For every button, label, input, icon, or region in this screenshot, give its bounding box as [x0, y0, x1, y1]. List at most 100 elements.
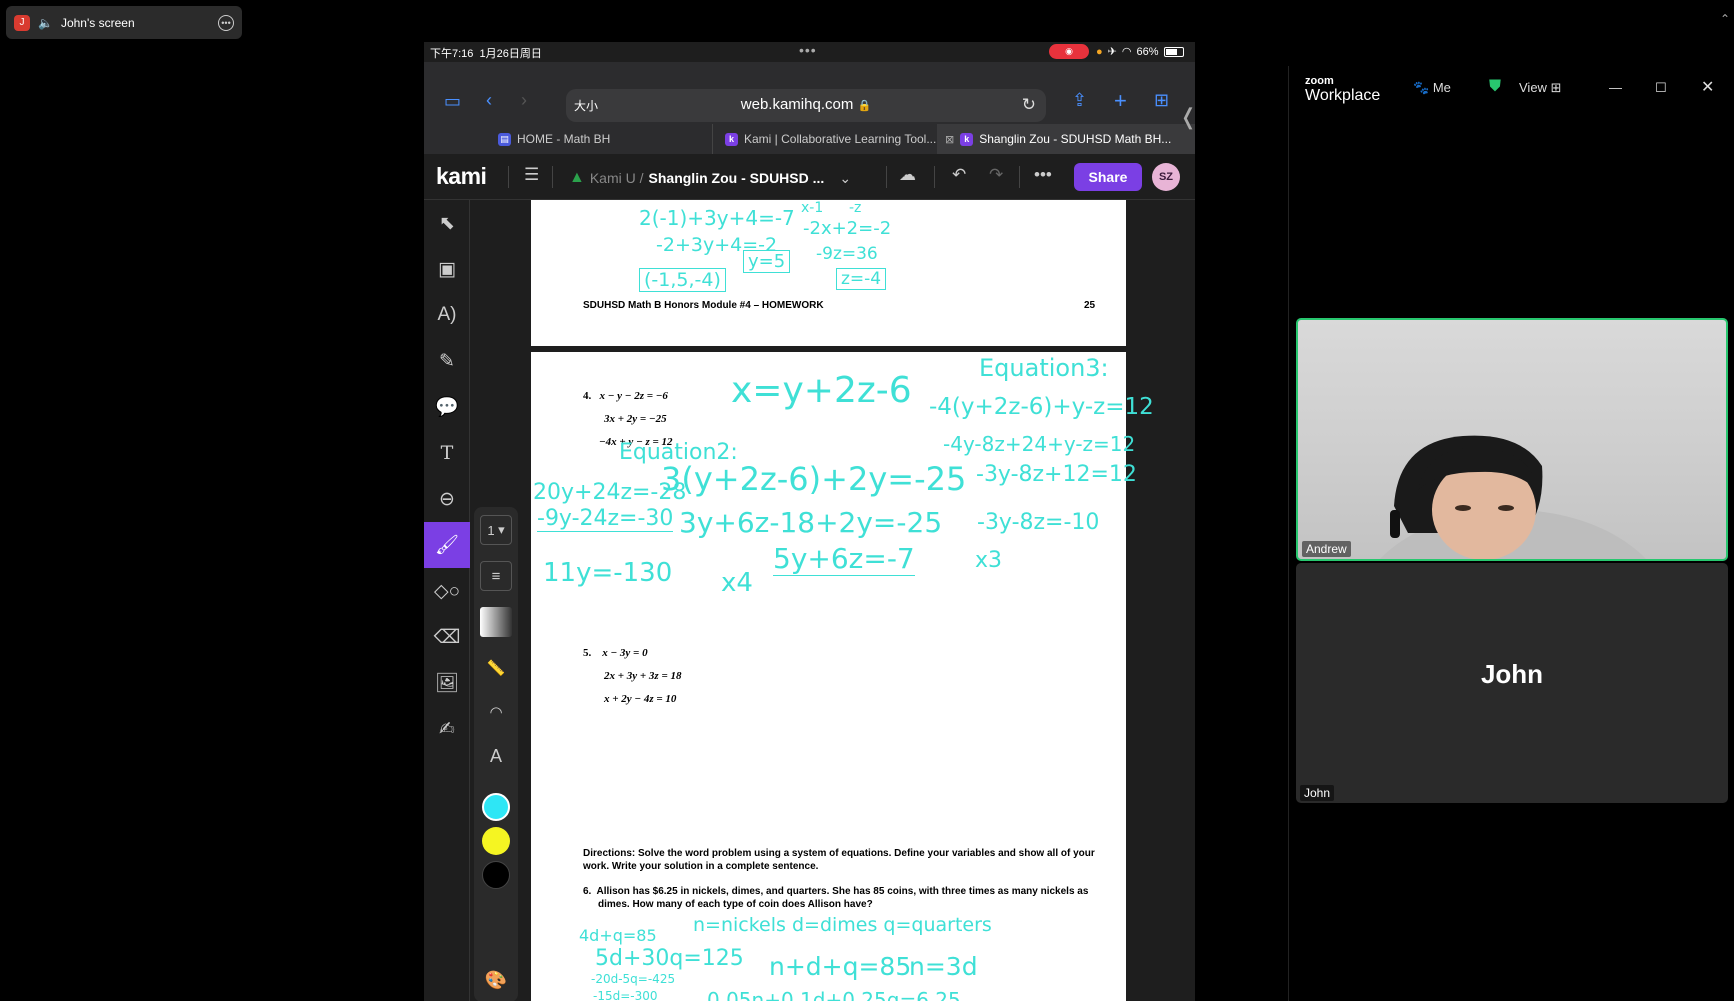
document-list-icon[interactable]: ☰ [524, 165, 539, 185]
zoom-logo: zoom Workplace [1305, 75, 1381, 104]
screen-share-indicator[interactable]: J 🔈 John's screen ••• [6, 6, 242, 39]
hw-line: 3(y+2z-6)+2y=-25 [661, 460, 967, 498]
expand-icon[interactable]: ⌃ [1720, 12, 1730, 26]
zoom-meeting-panel: zoom Workplace 🐾 Me ⛊ View ⊞ — ☐ ✕ Andre… [1288, 66, 1734, 1001]
undo-icon[interactable]: ↶ [952, 165, 966, 185]
breadcrumb[interactable]: ▲ Kami U / Shanglin Zou - SDUHSD ... ⌄ [569, 169, 851, 187]
color-swatch-cyan[interactable] [482, 793, 510, 821]
text-tool-icon[interactable]: T [424, 430, 470, 476]
text-to-speech-icon[interactable]: A) [424, 292, 470, 338]
shared-ipad-screen: 下午7:16 1月26日周日 ••• ◉ ● ✈ ◠ 66% ▭ ‹ › 大小 … [424, 42, 1195, 1001]
problem-6: 6. Allison has $6.25 in nickels, dimes, … [583, 886, 1103, 911]
highlighter-icon[interactable]: ✎ [424, 338, 470, 384]
participant-name-label: Andrew [1302, 541, 1351, 557]
problem-5: 5. x − 3y = 0 [583, 647, 648, 659]
tab-home-math[interactable]: ▤ HOME - Math BH [498, 124, 698, 154]
security-shield-icon[interactable]: ⛊ [1489, 78, 1501, 96]
lock-icon: 🔒 [857, 100, 872, 112]
close-icon[interactable]: ✕ [1701, 77, 1714, 97]
ruler-icon[interactable]: 📏 [480, 653, 512, 683]
multitask-dots-icon[interactable]: ••• [799, 42, 817, 58]
participant-video [1379, 435, 1647, 559]
hw-line: y=5 [743, 250, 791, 273]
hw-line: 0.05n+0.1d+0.25q=6.25 [707, 988, 961, 1001]
video-tile-john[interactable]: John John [1296, 563, 1728, 803]
equation-icon[interactable]: ⊖ [424, 476, 470, 522]
document-title: Shanglin Zou - SDUHSD ... [648, 170, 825, 186]
hw-line: -20d-5q=-425 [591, 972, 676, 986]
color-swatch-yellow[interactable] [482, 827, 510, 855]
address-bar[interactable]: 大小 web.kamihq.com 🔒 ↻ [566, 89, 1046, 122]
page-24: 2(-1)+3y+4=-7 -2+3y+4=-2 y=5 (-1,5,-4) x… [531, 200, 1126, 346]
more-icon[interactable]: ••• [1034, 165, 1052, 185]
url-text: web.kamihq.com 🔒 [740, 96, 872, 113]
page-25: 4. x − y − 2z = −6 3x + 2y = −25 −4x + y… [531, 352, 1154, 1001]
sidebar-icon[interactable]: ▭ [444, 91, 461, 112]
screen-share-title: John's screen [60, 15, 135, 30]
speaker-icon: 🔈 [38, 15, 53, 30]
kami-logo[interactable]: kami [436, 163, 487, 190]
comment-icon[interactable]: 💬 [424, 384, 470, 430]
hw-line: 3y+6z-18+2y=-25 [679, 506, 943, 539]
more-options-icon[interactable]: ••• [218, 14, 234, 31]
problem-4: 4. x − y − 2z = −6 [583, 390, 668, 402]
hw-line: 2(-1)+3y+4=-7 [639, 206, 795, 230]
video-tile-andrew[interactable]: Andrew [1296, 318, 1728, 561]
battery-percent: 66% [1136, 45, 1159, 58]
handwriting-icon[interactable]: A [480, 741, 512, 771]
equation: 2x + 3y + 3z = 18 [604, 670, 682, 682]
new-tab-icon[interactable]: + [1114, 88, 1127, 114]
image-tool-icon[interactable]: 🖼 [424, 660, 470, 706]
color-swatch-black[interactable] [482, 861, 510, 889]
opacity-slider[interactable] [480, 607, 512, 637]
user-avatar[interactable]: SZ [1152, 163, 1180, 191]
tab-shanglin-zou[interactable]: ⊠ k Shanglin Zou - SDUHSD Math BH... [937, 124, 1195, 154]
problem-text: Allison has $6.25 in nickels, dimes, and… [596, 886, 1089, 910]
close-tab-icon: ⊠ [945, 133, 955, 146]
forward-icon[interactable]: › [521, 90, 527, 111]
hw-line: x4 [721, 568, 753, 598]
line-style-icon[interactable]: ≡ [480, 561, 512, 591]
redo-icon[interactable]: ↷ [989, 165, 1003, 185]
airplane-icon: ✈ [1107, 46, 1117, 58]
hw-line: z=-4 [836, 268, 887, 290]
hw-line: Equation3: [979, 354, 1109, 382]
minimize-icon[interactable]: — [1609, 80, 1622, 95]
dictionary-tool-icon[interactable]: ▣ [424, 246, 470, 292]
tab-kami[interactable]: k Kami | Collaborative Learning Tool... [712, 124, 952, 154]
google-drive-icon: ▲ [569, 169, 585, 186]
hw-line: -4(y+2z-6)+y-z=12 [929, 394, 1154, 420]
eraser-icon[interactable]: ⌫ [424, 614, 470, 660]
hw-line: 5d+30q=125 [595, 946, 744, 971]
cloud-sync-icon[interactable]: ☁ [899, 165, 916, 185]
color-palette-icon[interactable]: 🎨 [480, 965, 512, 995]
signature-icon[interactable]: ✍ [424, 706, 470, 752]
hw-line: x=y+2z-6 [731, 370, 912, 411]
grid-icon: ⊞ [1550, 80, 1562, 95]
kami-tool-sidebar: ⬉ ▣ A) ✎ 💬 T ⊖ 🖌 ◇○ ⌫ 🖼 ✍ [424, 200, 470, 1001]
maximize-icon[interactable]: ☐ [1655, 80, 1667, 96]
view-button[interactable]: View ⊞ [1519, 80, 1561, 96]
kami-favicon-icon: k [960, 132, 974, 146]
shapes-icon[interactable]: ◇○ [424, 568, 470, 614]
participant-name: John [1480, 659, 1544, 689]
share-button[interactable]: Share [1074, 163, 1142, 191]
me-button[interactable]: 🐾 Me [1413, 80, 1451, 96]
hw-line: x-1 [801, 200, 824, 216]
pen-size-select[interactable]: 1 ▾ [480, 515, 512, 545]
document-viewer[interactable]: 2(-1)+3y+4=-7 -2+3y+4=-2 y=5 (-1,5,-4) x… [521, 200, 1195, 1001]
classroom-icon: ▤ [498, 132, 511, 146]
hw-line: -2x+2=-2 [803, 218, 892, 239]
drawing-tool-icon[interactable]: 🖌 [424, 522, 470, 568]
equation: x − 3y = 0 [602, 647, 648, 659]
back-icon[interactable]: ‹ [486, 90, 492, 111]
equation: 3x + 2y = −25 [604, 413, 667, 425]
hw-line: 4d+q=85 [579, 926, 657, 945]
kami-favicon-icon: k [725, 132, 738, 146]
reload-icon[interactable]: ↻ [1022, 95, 1036, 115]
protractor-icon[interactable]: ◠ [480, 697, 512, 727]
sidebar-toggle-icon[interactable]: ❬ [1179, 104, 1195, 130]
tab-overview-icon[interactable]: ⊞ [1154, 90, 1169, 111]
select-tool-icon[interactable]: ⬉ [424, 200, 470, 246]
share-icon[interactable]: ⇪ [1072, 90, 1087, 111]
